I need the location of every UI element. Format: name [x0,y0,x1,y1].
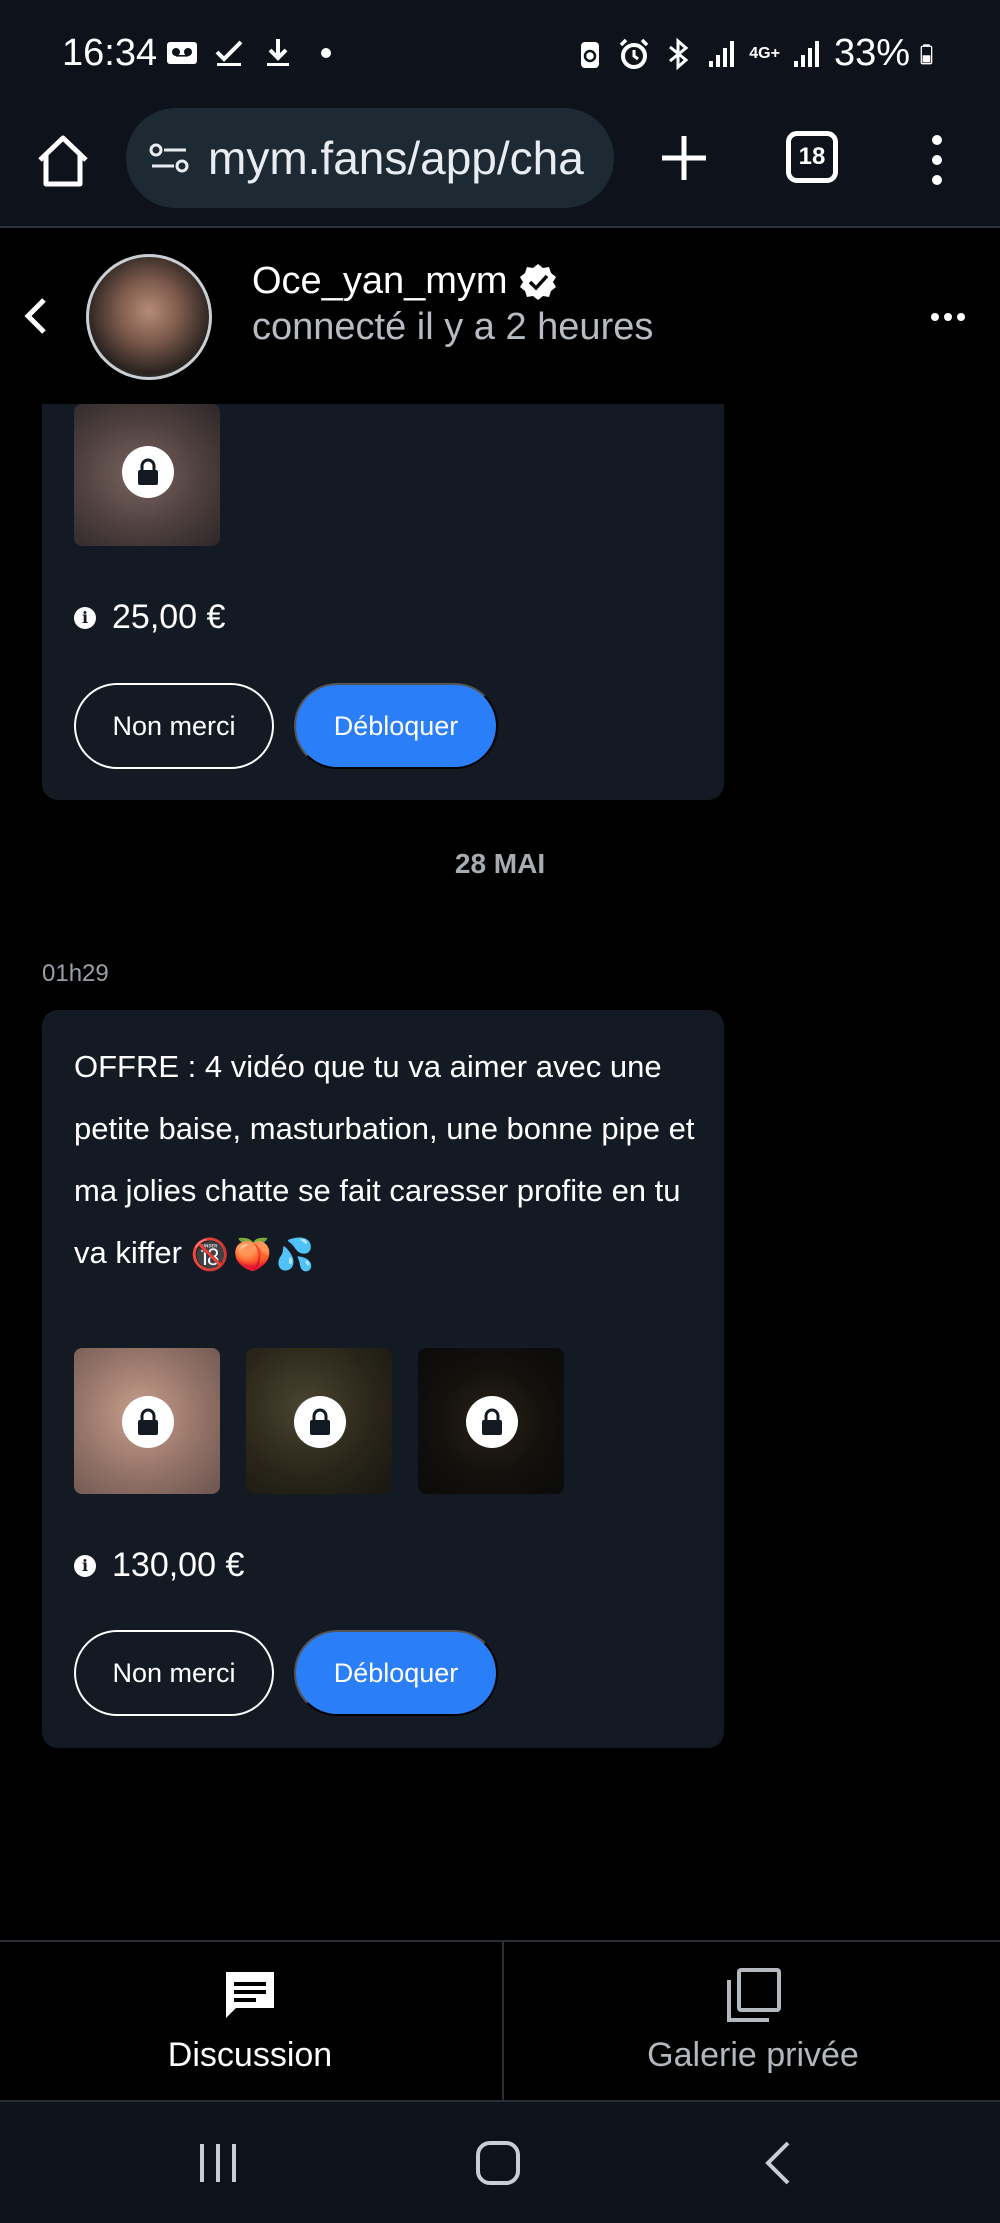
decline-button[interactable]: Non merci [74,1630,274,1716]
signal-icon [709,40,735,67]
decline-button[interactable]: Non merci [74,683,274,769]
system-navigation-bar [0,2100,1000,2223]
voicemail-icon [167,42,197,64]
download-icon [267,39,289,66]
lock-icon [466,1396,518,1448]
emoji-group: 🔞 🍑 💦 [191,1224,315,1286]
battery-icon [920,43,933,64]
more-options-icon[interactable] [930,310,966,324]
chat-header: Oce_yan_mym connecté il y a 2 heures [0,230,1000,405]
username[interactable]: Oce_yan_mym [252,260,508,303]
message-timestamp: 01h29 [42,960,109,987]
locked-media-thumbnail[interactable] [246,1348,392,1494]
presence-status: connecté il y a 2 heures [252,306,654,348]
info-icon: i [74,606,96,629]
locked-media-thumbnail[interactable] [74,404,220,546]
home-icon[interactable] [32,130,94,192]
locked-media-thumbnail[interactable] [74,1348,220,1494]
message-text: OFFRE : 4 vidéo que tu va aimer avec une… [74,1036,704,1286]
tab-switcher-button[interactable]: 18 [786,131,838,183]
new-tab-plus-icon[interactable] [656,130,712,186]
lock-icon [294,1396,346,1448]
tab-label: Galerie privée [647,2036,859,2074]
verified-badge-icon [519,263,556,300]
unlock-button[interactable]: Débloquer [294,683,498,769]
price-row: i 130,00 € [74,1546,244,1585]
signal-2-icon [793,40,819,67]
task-done-icon [215,40,243,66]
gallery-icon [727,1968,781,2022]
lock-icon [122,1396,174,1448]
url-text[interactable]: mym.fans/app/cha [208,131,584,185]
message-body: OFFRE : 4 vidéo que tu va aimer avec une… [74,1049,695,1270]
status-time: 16:34 [62,32,158,74]
browser-menu-icon[interactable] [920,132,954,188]
address-bar[interactable]: mym.fans/app/cha [126,108,614,208]
offer-message-bubble: OFFRE : 4 vidéo que tu va aimer avec une… [42,1010,724,1748]
tab-discussion[interactable]: Discussion [0,1942,500,2100]
bluetooth-icon [669,37,689,70]
offer-message-bubble: i 25,00 € Non merci Débloquer [42,404,724,800]
more-notifications-dot-icon [321,48,331,58]
site-settings-icon[interactable] [146,134,194,182]
back-nav-icon[interactable] [752,2138,808,2188]
unlock-button[interactable]: Débloquer [294,1630,498,1716]
status-notification-icons [165,36,343,70]
locked-media-thumbnail[interactable] [418,1348,564,1494]
username-row[interactable]: Oce_yan_mym [252,260,558,303]
offer-price: 25,00 € [112,598,226,636]
emoji: 🔞 [190,1236,230,1272]
emoji: 🍑 [233,1236,272,1272]
bottom-tab-bar: Discussion Galerie privée [0,1940,1000,2100]
back-arrow-icon[interactable] [16,292,56,340]
battery-saver-icon [581,41,600,68]
battery-percent: 33% [833,32,910,74]
offer-price: 130,00 € [112,1546,245,1584]
date-separator: 28 MAI [454,848,546,879]
avatar[interactable] [86,254,212,380]
network-type-label: 4G+ [749,44,780,62]
info-icon: i [74,1554,96,1577]
alarm-icon [620,38,649,69]
status-system-icons: 4G+ 33% [573,32,942,75]
lock-icon [122,446,174,498]
price-row: i 25,00 € [74,598,225,637]
browser-toolbar: mym.fans/app/cha 18 [0,108,1000,228]
home-nav-icon[interactable] [470,2138,526,2188]
recent-apps-icon[interactable] [190,2138,246,2188]
tab-private-gallery[interactable]: Galerie privée [502,1942,1000,2100]
status-bar: 16:34 4G+ 33% [0,0,1000,108]
chat-icon [226,1972,274,2018]
emoji: 💦 [275,1236,315,1272]
tab-label: Discussion [167,2036,333,2074]
